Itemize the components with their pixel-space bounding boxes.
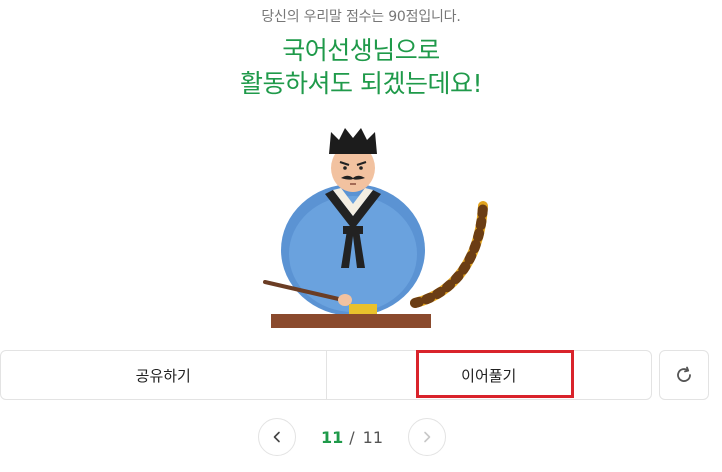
refresh-icon — [677, 366, 691, 382]
result-headline: 국어선생님으로 활동하셔도 되겠는데요! — [0, 34, 722, 100]
highlight-annotation — [416, 350, 574, 398]
page-separator: / — [349, 427, 355, 447]
score-text: 당신의 우리말 점수는 90점입니다. — [261, 9, 461, 25]
chevron-right-icon — [424, 431, 431, 443]
refresh-button[interactable] — [659, 350, 709, 400]
page-indicator: 11 / 11 — [300, 418, 404, 456]
pagination: 11 / 11 — [258, 418, 448, 458]
next-page-button[interactable] — [408, 418, 446, 456]
scholar-illustration — [263, 128, 488, 328]
headline-line-1: 국어선생님으로 — [282, 36, 440, 65]
total-pages: 11 — [362, 427, 383, 447]
chevron-left-icon — [273, 431, 280, 443]
headline-line-2: 활동하셔도 되겠는데요! — [240, 69, 482, 98]
quiz-result-page: 당신의 우리말 점수는 90점입니다. 국어선생님으로 활동하셔도 되겠는데요! — [0, 0, 722, 472]
share-button[interactable]: 공유하기 — [1, 351, 326, 399]
prev-page-button[interactable] — [258, 418, 296, 456]
current-page: 11 — [320, 427, 344, 447]
